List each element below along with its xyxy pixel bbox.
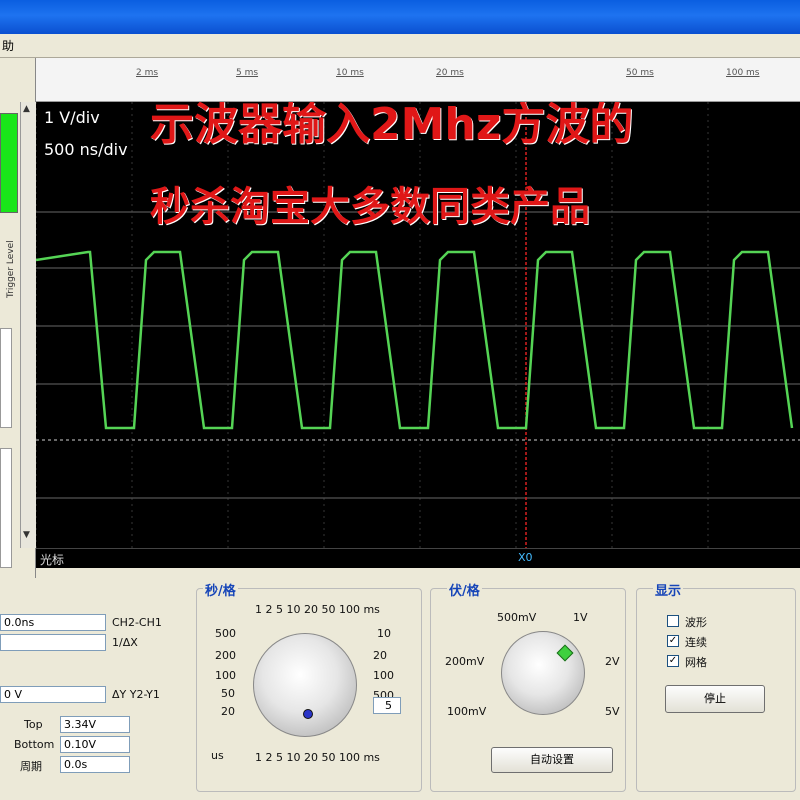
period-value-field[interactable]: 0.0s — [60, 756, 130, 773]
time-per-div-readout: 500 ns/div — [44, 140, 128, 159]
timebase-right-scale: 100 — [373, 669, 394, 682]
ruler-tick: 2 ms — [136, 68, 159, 78]
oscilloscope-app-window: 助 2 ms 5 ms 10 ms 20 ms 50 ms 100 ms Tri… — [0, 0, 800, 800]
top-label: Top — [24, 718, 43, 731]
left-slider-track-2[interactable] — [0, 448, 12, 568]
timebase-left-scale: 500 — [215, 627, 236, 640]
overlay-caption-line2: 秒杀淘宝大多数同类产品 — [150, 184, 590, 230]
voltage-title: 伏/格 — [447, 580, 482, 599]
timebase-spinner[interactable]: 5 — [373, 697, 401, 714]
scope-vertical-scrollbar[interactable]: ▲ ▼ — [20, 102, 36, 548]
timebase-left-scale: 50 — [221, 687, 235, 700]
scope-graph — [36, 102, 800, 548]
timebase-left-unit: us — [211, 749, 224, 762]
timebase-left-scale: 20 — [221, 705, 235, 718]
display-title: 显示 — [653, 580, 684, 599]
ruler-tick: 50 ms — [626, 68, 654, 78]
trigger-level-label: Trigger Level — [6, 240, 16, 298]
window-titlebar[interactable] — [0, 0, 800, 34]
trigger-level-indicator[interactable] — [0, 113, 18, 213]
voltage-delta-label: ΔY Y2-Y1 — [112, 688, 160, 701]
voltage-knob[interactable] — [501, 631, 585, 715]
timebase-knob-pointer — [303, 709, 313, 719]
timebase-top-scale: 1 2 5 10 20 50 100 ms — [255, 603, 380, 616]
timebase-right-scale: 10 — [377, 627, 391, 640]
timebase-title: 秒/格 — [203, 580, 238, 599]
voltage-label-2v: 2V — [605, 655, 620, 668]
cursor-bar: 光标 X0 — [36, 548, 800, 568]
menu-bar: 助 — [0, 34, 800, 58]
overlay-caption-line1: 示波器输入2Mhz方波的 — [150, 102, 634, 150]
channel-diff-label: CH2-CH1 — [112, 616, 162, 629]
menu-item-help[interactable]: 助 — [2, 34, 14, 58]
stop-button[interactable]: 停止 — [665, 685, 765, 713]
freq-label: 1/ΔX — [112, 636, 138, 649]
timebase-left-scale: 200 — [215, 649, 236, 662]
left-slider-track[interactable] — [0, 328, 12, 428]
ruler-tick: 100 ms — [726, 68, 760, 78]
voltage-delta-field[interactable]: 0 V — [0, 686, 106, 703]
voltage-label-200mv: 200mV — [445, 655, 485, 668]
ruler-tick: 20 ms — [436, 68, 464, 78]
bottom-label: Bottom — [14, 738, 55, 751]
waveform-option-label: 波形 — [685, 616, 707, 629]
time-delta-field[interactable]: 0.0ns — [0, 614, 106, 631]
timebase-group: 秒/格 1 2 5 10 20 50 100 ms 500 200 100 50… — [196, 580, 422, 792]
scroll-up-icon[interactable]: ▲ — [23, 104, 30, 114]
waveform-trace — [36, 250, 794, 430]
voltage-label-1v: 1V — [573, 611, 588, 624]
cursor-label: 光标 — [40, 553, 65, 567]
scope-display[interactable]: 1 V/div 500 ns/div 示波器输入2Mhz方波的 秒杀淘宝大多数同… — [36, 102, 800, 548]
continuous-checkbox[interactable]: ✓ — [667, 635, 679, 647]
timebase-bottom-scale: 1 2 5 10 20 50 100 ms — [255, 751, 380, 764]
scroll-down-icon[interactable]: ▼ — [23, 530, 30, 540]
waveform-checkbox[interactable] — [667, 615, 679, 627]
volts-per-div-readout: 1 V/div — [44, 108, 100, 127]
voltage-label-5v: 5V — [605, 705, 620, 718]
cursor-x-label: X0 — [518, 551, 533, 564]
freq-field[interactable] — [0, 634, 106, 651]
time-ruler: 2 ms 5 ms 10 ms 20 ms 50 ms 100 ms — [36, 58, 800, 102]
voltage-label-100mv: 100mV — [447, 705, 487, 718]
bottom-value-field[interactable]: 0.10V — [60, 736, 130, 753]
grid-option-label: 网格 — [685, 656, 707, 669]
top-value-field[interactable]: 3.34V — [60, 716, 130, 733]
period-label: 周期 — [20, 760, 42, 773]
grid-checkbox[interactable]: ✓ — [667, 655, 679, 667]
timebase-knob[interactable] — [253, 633, 357, 737]
voltage-group: 伏/格 500mV 1V 200mV 2V 100mV 5V 自动设置 — [430, 580, 626, 792]
display-group: 显示 波形 ✓ 连续 ✓ 网格 停止 — [636, 580, 796, 792]
timebase-right-scale: 20 — [373, 649, 387, 662]
ruler-tick: 5 ms — [236, 68, 259, 78]
scope-grid — [36, 102, 800, 548]
voltage-label-500mv: 500mV — [497, 611, 537, 624]
auto-setup-button[interactable]: 自动设置 — [491, 747, 613, 773]
timebase-left-scale: 100 — [215, 669, 236, 682]
continuous-option-label: 连续 — [685, 636, 707, 649]
ruler-tick: 10 ms — [336, 68, 364, 78]
